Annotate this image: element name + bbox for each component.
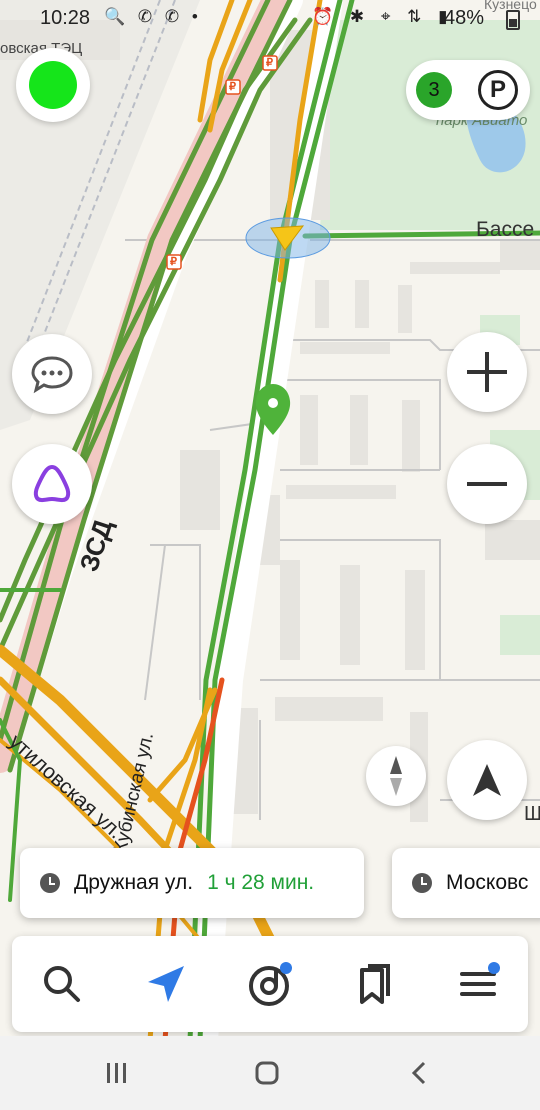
battery-level: 48% xyxy=(444,7,485,29)
clock-icon xyxy=(40,873,60,893)
tab-search[interactable] xyxy=(32,954,92,1014)
tab-navigator[interactable] xyxy=(136,954,196,1014)
route-card-second[interactable]: Московс xyxy=(392,848,540,918)
search-icon xyxy=(44,966,80,1002)
music-icon xyxy=(249,962,292,1006)
system-nav-bar xyxy=(0,1036,540,1110)
route-eta: 1 ч 28 мин. xyxy=(207,871,315,894)
traffic-status-button[interactable] xyxy=(16,48,90,122)
traffic-status-dot-icon xyxy=(29,61,77,109)
bookmarks-icon xyxy=(360,964,390,1004)
alice-icon xyxy=(33,464,71,503)
notification-icons: 🔍 ✆ ✆ • xyxy=(104,7,202,26)
route-destination: Московс xyxy=(446,871,529,894)
clock-icon xyxy=(412,873,432,893)
back-button[interactable] xyxy=(404,1058,434,1088)
bottom-tab-bar xyxy=(12,936,528,1032)
recent-apps-icon xyxy=(107,1063,126,1083)
battery-icon xyxy=(506,10,520,30)
traffic-score-button[interactable]: 3 xyxy=(416,72,452,108)
zoom-in-button[interactable] xyxy=(447,332,527,412)
recent-apps-button[interactable] xyxy=(102,1058,132,1088)
tab-menu[interactable] xyxy=(448,954,508,1014)
chat-button[interactable] xyxy=(12,334,92,414)
route-card-home[interactable]: Дружная ул. 1 ч 28 мин. xyxy=(20,848,364,918)
layers-pill: 3 P xyxy=(406,60,530,120)
navigation-arrow-icon xyxy=(473,764,501,796)
parking-layer-button[interactable]: P xyxy=(478,70,518,110)
clock-time: 10:28 xyxy=(40,7,91,29)
home-icon xyxy=(255,1061,279,1085)
status-bar: 10:28 🔍 ✆ ✆ • ⏰ ✱ ⌖ ⇅ ▮ 48% xyxy=(0,0,540,36)
tab-bookmarks[interactable] xyxy=(344,954,404,1014)
parking-marker[interactable]: ₽ xyxy=(266,56,273,69)
label-shch: Щ xyxy=(524,803,540,825)
route-destination: Дружная ул. xyxy=(74,871,194,894)
parking-marker[interactable]: ₽ xyxy=(229,80,236,93)
my-location-button[interactable] xyxy=(447,740,527,820)
compass-icon xyxy=(390,756,402,796)
minus-icon xyxy=(467,482,507,486)
back-icon xyxy=(411,1061,426,1085)
menu-icon xyxy=(460,962,500,996)
zoom-out-button[interactable] xyxy=(447,444,527,524)
navigator-icon xyxy=(148,966,184,1002)
compass-button[interactable] xyxy=(366,746,426,806)
plus-icon xyxy=(467,352,507,392)
system-icons: ⏰ ✱ ⌖ ⇅ ▮ xyxy=(312,7,454,26)
label-basse: Бассе xyxy=(476,218,535,241)
home-button[interactable] xyxy=(252,1058,282,1088)
chat-icon xyxy=(31,356,73,394)
tab-music[interactable] xyxy=(240,954,300,1014)
parking-marker[interactable]: ₽ xyxy=(170,255,177,268)
alice-assistant-button[interactable] xyxy=(12,444,92,524)
